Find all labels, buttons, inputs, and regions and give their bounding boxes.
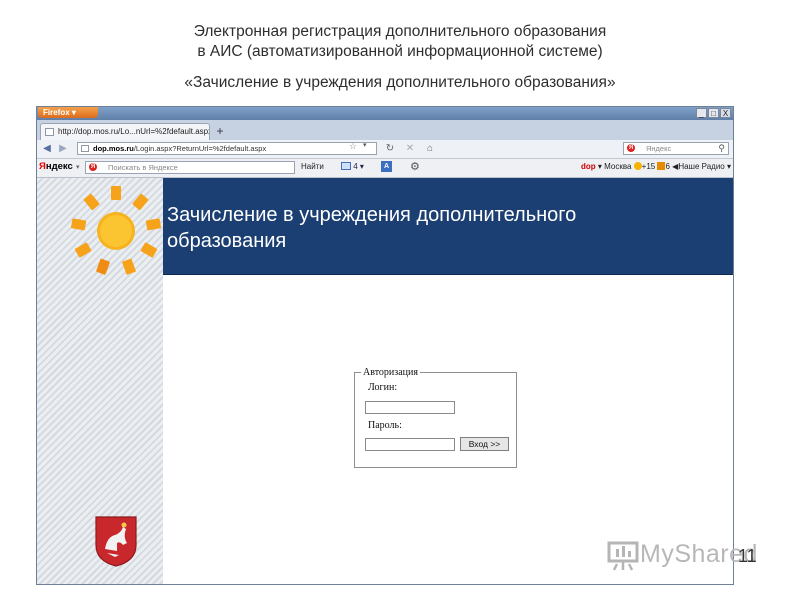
url-path: /Login.aspx?ReturnUrl=%2fdefault.aspx [133, 144, 267, 153]
presentation-board-icon [607, 541, 639, 571]
slide-number: 11 [738, 546, 757, 566]
weather-value[interactable]: +15 [642, 162, 656, 171]
magnifier-icon[interactable]: ⚲ [718, 143, 725, 154]
tab-login[interactable]: http://dop.mos.ru/Lo...nUrl=%2fdefault.a… [40, 123, 210, 140]
traffic-value[interactable]: 6 [665, 162, 669, 171]
yandex-toolbar: Яндекс ▾ Я Поискать в Яндексе Найти 4 ▾ … [37, 159, 733, 178]
watermark: MyShared [606, 534, 758, 574]
maximize-button[interactable]: □ [708, 108, 719, 118]
password-label: Пароль: [368, 420, 402, 431]
mail-icon [341, 162, 351, 170]
login-label: Логин: [368, 382, 398, 393]
login-input[interactable] [365, 401, 455, 414]
window-controls: _ □ X [696, 108, 731, 118]
yandex-search-icon: Я [627, 144, 635, 152]
address-bar[interactable]: dop.mos.ru/Login.aspx?ReturnUrl=%2fdefau… [77, 142, 377, 155]
moscow-coat-of-arms-icon [95, 516, 137, 567]
firefox-menu-button[interactable]: Firefox ▾ [38, 107, 98, 118]
page-title: Зачисление в учреждения дополнительного … [167, 204, 577, 252]
new-tab-button[interactable]: + [213, 125, 227, 138]
yandex-icon: Я [89, 163, 97, 171]
weather-icon [633, 162, 642, 170]
bookmark-star-icon[interactable]: ☆ [349, 141, 357, 152]
yandex-widgets: dop ▾ Москва +15 6 ◀Наше Радио ▾ [580, 162, 731, 171]
slide-title-line1: Электронная регистрация дополнительного … [193, 23, 607, 40]
slide-title: Электронная регистрация дополнительного … [0, 22, 800, 62]
browser-window: Firefox ▾ _ □ X http://dop.mos.ru/Lo...n… [36, 106, 734, 585]
back-arrow-icon[interactable]: ◀ [40, 143, 54, 155]
find-button[interactable]: Найти [301, 162, 324, 171]
reload-icon[interactable]: ↻ [383, 143, 397, 155]
dropdown-icon[interactable]: ▾ [76, 163, 80, 171]
navigation-bar: ◀ ▶ dop.mos.ru/Login.aspx?ReturnUrl=%2fd… [37, 140, 733, 159]
history-dropdown-icon[interactable]: ▾ [363, 141, 367, 149]
yandex-search-input[interactable]: Я Поискать в Яндексе [85, 161, 295, 174]
browser-search-input[interactable]: Я Яндекс ⚲ [623, 142, 729, 155]
slide-title-line2: в АИС (автоматизированной информационной… [197, 43, 603, 60]
auth-legend: Авторизация [363, 367, 418, 378]
title-bar: Firefox ▾ _ □ X [37, 107, 733, 120]
password-input[interactable] [365, 438, 455, 451]
translate-icon[interactable]: A [381, 161, 392, 172]
home-icon[interactable]: ⌂ [423, 143, 437, 155]
url-domain: dop.mos.ru [93, 144, 134, 153]
mail-button[interactable]: 4 ▾ [341, 162, 364, 171]
login-button[interactable]: Вход >> [460, 437, 509, 451]
radio-label[interactable]: Наше Радио [678, 162, 724, 171]
yandex-logo[interactable]: Яндекс [39, 161, 73, 172]
tab-bar: http://dop.mos.ru/Lo...nUrl=%2fdefault.a… [37, 120, 733, 140]
gear-icon[interactable]: ⚙ [410, 160, 420, 173]
tab-title: http://dop.mos.ru/Lo...nUrl=%2fdefault.a… [58, 127, 210, 136]
slide-subtitle: «Зачисление в учреждения дополнительного… [184, 74, 616, 91]
page-icon [45, 128, 54, 136]
minimize-button[interactable]: _ [696, 108, 707, 118]
forward-arrow-icon[interactable]: ▶ [56, 143, 70, 155]
site-icon [81, 145, 89, 152]
city-label[interactable]: Москва [604, 162, 631, 171]
sun-logo-icon [71, 186, 161, 275]
close-button[interactable]: X [720, 108, 731, 118]
stop-icon[interactable]: ✕ [403, 143, 417, 155]
web-page: Зачисление в учреждения дополнительного … [37, 178, 733, 584]
